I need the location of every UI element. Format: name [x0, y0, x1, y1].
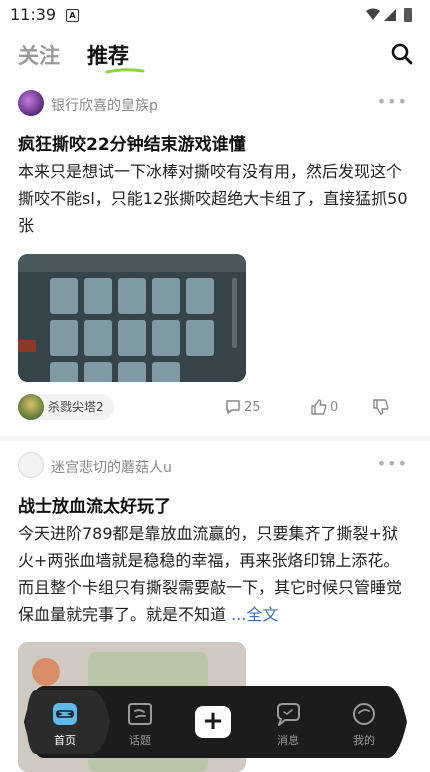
more-options-icon[interactable]: •••	[377, 92, 408, 111]
author-name[interactable]: 迷宫悲切的蘑菇人u	[51, 457, 172, 477]
nav-profile[interactable]: 我的	[334, 686, 394, 758]
top-header: 关注 推荐	[0, 34, 430, 74]
tab-follow[interactable]: 关注	[18, 40, 60, 70]
status-bar: 11:39 A	[0, 0, 430, 30]
tab-recommend-label: 推荐	[87, 44, 129, 68]
post-body: 今天进阶789都是靠放血流赢的，只要集齐了撕裂+狱火+两张血墙就是稳稳的幸福，再…	[18, 520, 413, 628]
create-post-button[interactable]: +	[195, 706, 231, 738]
topic-tag-label: 杀戮尖塔2	[48, 400, 104, 414]
plus-icon: +	[202, 706, 224, 736]
search-icon[interactable]	[390, 42, 414, 66]
thumbs-up-icon	[311, 399, 327, 415]
more-options-icon[interactable]: •••	[377, 454, 408, 473]
nav-messages[interactable]: 消息	[258, 686, 318, 758]
like-button[interactable]: 0	[310, 398, 338, 416]
system-indicators-icon	[366, 8, 412, 22]
tab-follow-label: 关注	[18, 44, 60, 68]
game-icon	[18, 394, 44, 420]
nav-profile-label: 我的	[353, 734, 375, 747]
nav-home[interactable]: 首页	[35, 686, 95, 758]
nav-topics-label: 话题	[129, 734, 151, 747]
status-time: 11:39	[10, 5, 57, 24]
bottom-nav: 首页 话题 + 消息 我的	[24, 686, 407, 758]
avatar[interactable]	[18, 452, 44, 478]
author-name[interactable]: 银行欣喜的皇族p	[51, 95, 158, 115]
read-more-link[interactable]: ...全文	[231, 605, 278, 624]
comment-icon	[226, 400, 240, 414]
comment-button[interactable]: 25	[224, 398, 261, 416]
like-count: 0	[330, 399, 339, 415]
dislike-button[interactable]	[372, 398, 392, 416]
post-body: 本来只是想试一下冰棒对撕咬有没有用，然后发现这个撕咬不能sl，只能12张撕咬超绝…	[18, 162, 408, 235]
topic-tag[interactable]: 杀戮尖塔2	[18, 394, 114, 420]
card-grid-image	[18, 254, 246, 382]
post-title: 战士放血流太好玩了	[18, 497, 171, 517]
message-icon	[277, 703, 300, 726]
active-tab-indicator	[105, 68, 145, 74]
post-image[interactable]	[18, 254, 246, 382]
post-body-text: 今天进阶789都是靠放血流赢的，只要集齐了撕裂+狱火+两张血墙就是稳稳的幸福，再…	[18, 524, 403, 624]
topics-icon	[128, 703, 152, 725]
nav-home-label: 首页	[54, 734, 76, 747]
tab-recommend[interactable]: 推荐	[87, 40, 145, 74]
app-notification-icon: A	[66, 9, 79, 22]
profile-icon	[353, 703, 375, 725]
nav-topics[interactable]: 话题	[110, 686, 170, 758]
post-title: 疯狂撕咬22分钟结束游戏谁懂	[18, 135, 246, 155]
post-divider	[0, 436, 430, 441]
nav-messages-label: 消息	[277, 734, 299, 747]
avatar[interactable]	[18, 90, 44, 116]
post-actions: 杀戮尖塔2 25 0	[0, 394, 430, 424]
thumbs-down-icon	[373, 399, 389, 415]
comment-count: 25	[244, 399, 261, 415]
home-icon	[53, 703, 77, 725]
